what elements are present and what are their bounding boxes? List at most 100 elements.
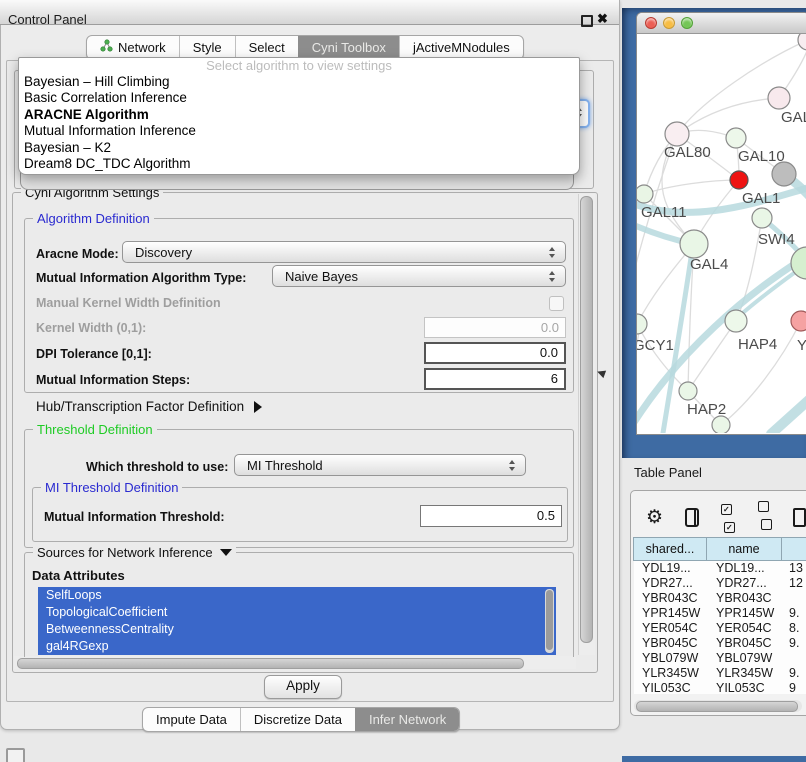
network-node-gal[interactable] [768,87,790,109]
table-row[interactable]: YBR045CYBR045C9. [634,636,806,651]
network-node-gal10[interactable] [726,128,746,148]
hub-definition-expander[interactable]: Hub/Transcription Factor Definition [36,399,262,414]
tab-network[interactable]: Network [87,36,179,59]
close-icon[interactable]: ✖ [597,11,608,27]
kernel-width-label: Kernel Width (0,1): [36,321,146,335]
select-all-icon[interactable]: ✓✓ [721,499,736,535]
table-cell: YBL079W [634,651,708,666]
network-edge-highlighted[interactable] [771,398,806,433]
algorithm-option[interactable]: Dream8 DC_TDC Algorithm [19,156,579,172]
table-cell: YDL19... [708,561,784,576]
tab-select[interactable]: Select [235,36,298,59]
network-node[interactable] [712,416,730,433]
close-traffic-light[interactable] [645,17,657,29]
network-canvas[interactable]: GALGAL80GAL10GAL1GAL11SWI4GAL4GCY1HAP4YH… [637,34,806,433]
network-node-hap2[interactable] [679,382,697,400]
deselect-all-icon[interactable] [758,499,773,535]
network-node-gal80[interactable] [665,122,689,146]
network-graph-icon [100,37,113,59]
settings-hscrollbar-thumb[interactable] [17,658,524,669]
table-row[interactable]: YIL053CYIL053C9 [634,681,806,694]
table-row[interactable]: YDL19...YDL19...13 [634,561,806,576]
kernel-width-field: 0.0 [424,317,566,338]
table-row[interactable]: YBR043CYBR043C [634,591,806,606]
tab-style[interactable]: Style [179,36,235,59]
network-node-y[interactable] [791,311,806,331]
mi-threshold-field[interactable]: 0.5 [420,505,562,527]
float-window-icon[interactable] [581,15,593,27]
network-node-gcy1[interactable] [637,314,647,334]
table-hscrollbar-thumb[interactable] [636,701,798,712]
table-body: YDL19...YDL19...13YDR27...YDR27...12YBR0… [634,561,806,694]
algorithm-option[interactable]: Bayesian – Hill Climbing [19,74,579,90]
control-panel-title: Control Panel [8,12,87,27]
network-node-hap4[interactable] [725,310,747,332]
algorithm-option[interactable]: ARACNE Algorithm [19,107,579,123]
table-column-header[interactable] [781,537,806,561]
attributes-scrollbar-thumb[interactable] [546,590,553,650]
control-panel-titlebar[interactable] [0,0,619,25]
table-row[interactable]: YPR145WYPR145W9. [634,606,806,621]
minimize-traffic-light[interactable] [663,17,675,29]
network-node-label: GAL4 [690,256,728,273]
attribute-list-item[interactable]: SelfLoops [38,587,556,604]
table-column-header[interactable]: name [706,537,782,561]
tab-jactivemnodules[interactable]: jActiveMNodules [399,36,523,59]
table-cell: 9. [784,666,806,681]
table-row[interactable]: YBL079WYBL079W [634,651,806,666]
network-node-gal11[interactable] [637,185,653,203]
algorithm-definition-title: Algorithm Definition [33,211,154,226]
table-cell: 9. [784,636,806,651]
attribute-list-item[interactable]: BetweennessCentrality [38,621,556,638]
which-threshold-combo[interactable]: MI Threshold [234,454,526,476]
algorithm-option[interactable]: Bayesian – K2 [19,140,579,156]
tab-discretize-data[interactable]: Discretize Data [240,708,355,731]
data-attributes-label: Data Attributes [32,568,125,583]
tab-cyni-toolbox[interactable]: Cyni Toolbox [298,36,399,59]
attribute-list-item[interactable]: gal4RGexp [38,638,556,655]
network-node-gal1[interactable] [730,171,748,189]
table-cell: YPR145W [634,606,708,621]
table-row[interactable]: YER054CYER054C8. [634,621,806,636]
attribute-list-item[interactable]: TopologicalCoefficient [38,604,556,621]
bottom-tabbar: Impute Data Discretize Data Infer Networ… [142,707,460,732]
zoom-traffic-light[interactable] [681,17,693,29]
table-cell: YIL053C [634,681,708,694]
screen: Control Panel ✖ Network Style Select Cyn… [0,0,806,762]
tab-impute-data[interactable]: Impute Data [143,708,240,731]
network-node-label: GCY1 [637,337,674,354]
mi-steps-field[interactable]: 6 [424,368,566,390]
algorithm-option[interactable]: Basic Correlation Inference [19,90,579,106]
apply-button[interactable]: Apply [264,675,342,699]
algorithm-dropdown-popup: Select algorithm to view settings Bayesi… [18,57,580,175]
mi-algorithm-type-combo[interactable]: Naive Bayes [272,265,566,287]
collapsed-panel-icon[interactable] [6,748,25,762]
network-node-label: GAL80 [664,144,711,161]
table-row[interactable]: YDR27...YDR27...12 [634,576,806,591]
network-view-window[interactable]: GALGAL80GAL10GAL1GAL11SWI4GAL4GCY1HAP4YH… [636,12,806,435]
network-node[interactable] [772,162,796,186]
manual-kernel-width-label: Manual Kernel Width Definition [36,296,221,310]
tab-infer-network[interactable]: Infer Network [355,708,459,731]
network-node[interactable] [798,34,806,50]
mi-threshold-definition-title: MI Threshold Definition [41,480,182,495]
network-window-titlebar[interactable] [637,13,806,34]
network-node-label: GAL [781,109,806,126]
dpi-tolerance-label: DPI Tolerance [0,1]: [36,347,152,361]
algorithm-option[interactable]: Mutual Information Inference [19,123,579,139]
network-node-label: HAP4 [738,336,777,353]
table-row[interactable]: YLR345WYLR345W9. [634,666,806,681]
dpi-tolerance-field[interactable]: 0.0 [424,342,566,364]
expanded-arrow-icon [220,549,232,556]
settings-vscrollbar-thumb[interactable] [580,196,593,643]
aracne-mode-combo[interactable]: Discovery [122,241,566,263]
export-table-icon[interactable] [793,508,806,527]
network-node-label: GAL10 [738,148,785,165]
split-columns-icon[interactable] [685,508,699,527]
table-column-header[interactable]: shared... [633,537,707,561]
network-node-swi4[interactable] [752,208,772,228]
table-cell: YBR043C [708,591,784,606]
network-node-gal4[interactable] [680,230,708,258]
table-cell: YER054C [634,621,708,636]
gear-icon[interactable]: ⚙ [646,506,663,529]
